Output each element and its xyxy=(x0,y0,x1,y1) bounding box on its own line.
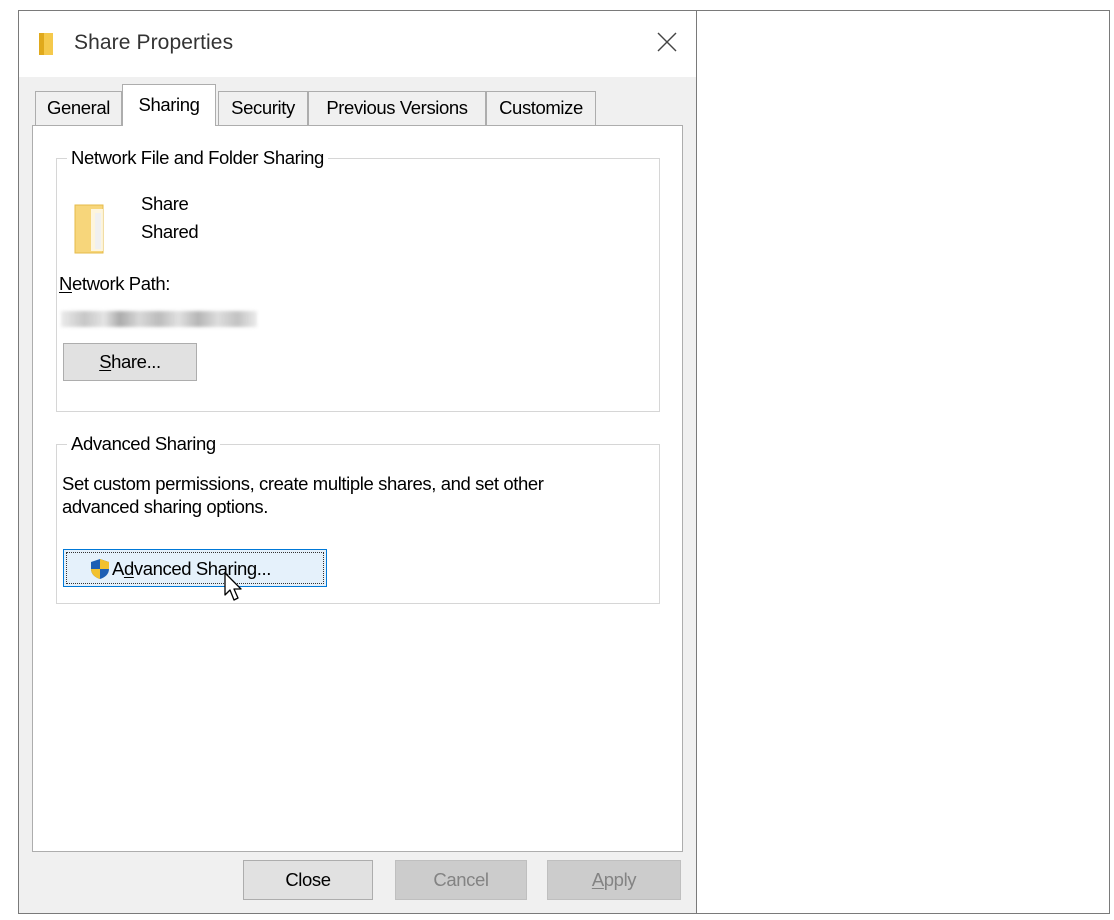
folder-icon xyxy=(39,33,53,55)
apply-button-accel: A xyxy=(591,869,604,890)
advanced-sharing-description-line1: Set custom permissions, create multiple … xyxy=(62,473,544,494)
advanced-sharing-group: Advanced Sharing Set custom permissions,… xyxy=(56,431,660,604)
share-button-text: hare... xyxy=(111,351,161,372)
apply-button-text: pply xyxy=(603,869,637,890)
network-sharing-legend: Network File and Folder Sharing xyxy=(67,145,328,171)
apply-button[interactable]: Apply xyxy=(547,860,681,900)
sharing-tab-panel: Network File and Folder Sharing Share Sh… xyxy=(32,125,683,852)
share-button[interactable]: Share... xyxy=(63,343,197,381)
advanced-sharing-legend: Advanced Sharing xyxy=(67,431,220,457)
figure-divider xyxy=(696,10,697,914)
share-button-accel: S xyxy=(99,351,112,372)
window-title: Share Properties xyxy=(74,31,234,54)
network-path-accel: N xyxy=(59,273,72,294)
properties-dialog: Share Properties General Sharing Securit… xyxy=(19,11,696,913)
folder-name: Share xyxy=(141,193,189,214)
network-path-text: etwork Path: xyxy=(71,273,170,294)
uac-shield-icon xyxy=(91,559,109,579)
close-button[interactable]: Close xyxy=(243,860,373,900)
shared-folder-icon xyxy=(74,204,104,254)
mouse-pointer-icon xyxy=(224,572,242,601)
screenshot-stage: Share Properties General Sharing Securit… xyxy=(0,0,1114,920)
advanced-sharing-button-accel: d xyxy=(123,558,134,579)
advanced-sharing-description-line2: advanced sharing options. xyxy=(62,496,268,517)
tab-customize[interactable]: Customize xyxy=(486,91,596,125)
advanced-sharing-button-pre: A xyxy=(112,558,124,579)
dialog-footer: Close Cancel Apply xyxy=(19,852,696,913)
network-path-label: Network Path: xyxy=(59,273,170,295)
close-icon[interactable] xyxy=(656,31,678,53)
tab-sharing[interactable]: Sharing xyxy=(122,84,216,126)
network-path-value-redacted xyxy=(61,311,257,327)
tab-previous-versions[interactable]: Previous Versions xyxy=(308,91,486,125)
title-bar[interactable]: Share Properties xyxy=(19,11,696,77)
tab-general[interactable]: General xyxy=(35,91,122,125)
network-sharing-group: Network File and Folder Sharing Share Sh… xyxy=(56,145,660,412)
advanced-sharing-button-label: Advanced Sharing... xyxy=(112,558,271,580)
cancel-button[interactable]: Cancel xyxy=(395,860,527,900)
folder-status: Shared xyxy=(141,221,199,242)
tab-security[interactable]: Security xyxy=(218,91,308,125)
advanced-sharing-button[interactable]: Advanced Sharing... xyxy=(63,549,327,587)
advanced-sharing-button-text: vanced Sharing... xyxy=(133,558,272,579)
